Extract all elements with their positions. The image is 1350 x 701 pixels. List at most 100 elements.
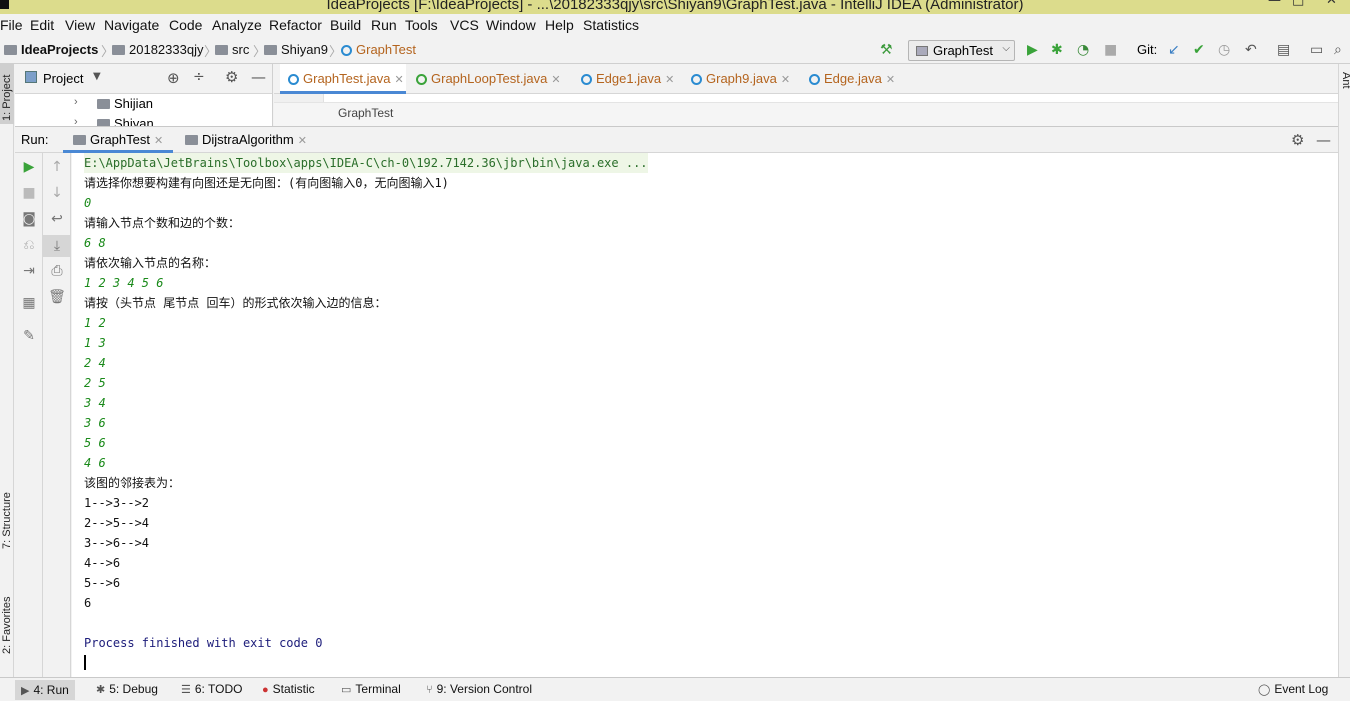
menu-run[interactable]: Run	[371, 17, 397, 33]
stop-icon[interactable]: ■	[1104, 42, 1117, 58]
gear-icon[interactable]: ⚙	[225, 68, 238, 86]
print-icon[interactable]: ⎙	[43, 263, 71, 279]
minimize-icon[interactable]: —	[1268, 0, 1281, 8]
console-input-line: 2 5	[84, 376, 106, 390]
editor-tabs: GraphTest.java ✕ GraphLoopTest.java ✕ Edge…	[274, 64, 1338, 94]
close-tab-icon[interactable]: ✕	[665, 74, 674, 86]
breadcrumb-src[interactable]: src	[215, 42, 249, 57]
tree-item-shijian[interactable]: › Shijian	[74, 96, 153, 111]
tree-item-shiyan[interactable]: › Shiyan	[74, 116, 154, 126]
menu-refactor[interactable]: Refactor	[269, 17, 322, 33]
git-history-icon[interactable]: ◷	[1218, 42, 1230, 58]
menu-statistics[interactable]: Statistics	[583, 17, 639, 33]
trash-icon[interactable]: 🗑	[43, 289, 71, 305]
run-tab-graphtest[interactable]: GraphTest ✕	[63, 127, 173, 153]
tab-graphlooptest-java[interactable]: GraphLoopTest.java ✕	[416, 64, 561, 94]
close-tab-icon[interactable]: ✕	[781, 74, 790, 86]
debug-icon[interactable]: ✱	[1051, 42, 1063, 58]
menu-vcs[interactable]: VCS	[450, 17, 479, 33]
tool-version-control[interactable]: ⑂ 9: Version Control	[426, 682, 532, 696]
run-config-icon	[73, 135, 86, 145]
breadcrumb-module[interactable]: 20182333qjy	[112, 42, 203, 57]
console-output-line: 请输入节点个数和边的个数：	[84, 216, 241, 230]
menu-edit[interactable]: Edit	[30, 17, 54, 33]
rollback-icon[interactable]: ↶	[1245, 42, 1257, 58]
menu-build[interactable]: Build	[330, 17, 361, 33]
close-tab-icon[interactable]: ✕	[154, 135, 163, 147]
right-tool-window-strip: Ant	[1338, 64, 1350, 677]
console-output[interactable]: E:\AppData\JetBrains\Toolbox\apps\IDEA-C…	[72, 153, 1338, 677]
breadcrumb-root[interactable]: IdeaProjects	[4, 42, 98, 57]
console-output-line: 6	[84, 596, 92, 610]
breadcrumb-class[interactable]: GraphTest	[341, 42, 416, 57]
close-tab-icon[interactable]: ✕	[298, 135, 307, 147]
menu-window[interactable]: Window	[486, 17, 536, 33]
event-log-button[interactable]: ◯ Event Log	[1258, 682, 1328, 696]
arrow-up-icon[interactable]: ↑	[43, 159, 71, 175]
project-structure-icon[interactable]: ▤	[1277, 42, 1290, 58]
gear-icon[interactable]: ⚙	[1291, 131, 1304, 149]
git-commit-icon[interactable]: ✔	[1193, 42, 1205, 58]
chevron-down-icon[interactable]: ▼	[93, 71, 101, 82]
ant-tool-button[interactable]: Ant	[1340, 72, 1350, 89]
menu-help[interactable]: Help	[545, 17, 574, 33]
presentation-icon[interactable]: ▭	[1310, 42, 1323, 58]
tool-statistic[interactable]: ● Statistic	[262, 682, 315, 696]
tab-edge1-java[interactable]: Edge1.java ✕	[581, 64, 674, 94]
tab-edge-java[interactable]: Edge.java ✕	[809, 64, 895, 94]
hide-icon[interactable]: —	[251, 68, 266, 86]
project-view-select[interactable]: Project	[43, 71, 83, 86]
tab-graphtest-java[interactable]: GraphTest.java ✕	[280, 64, 406, 94]
stop-icon[interactable]: ■	[15, 185, 43, 201]
run-configuration-select[interactable]: GraphTest ⌵	[908, 40, 1015, 61]
exit-icon[interactable]: ⎌	[15, 237, 43, 253]
breadcrumb-package[interactable]: Shiyan9	[264, 42, 328, 57]
close-tab-icon[interactable]: ✕	[886, 74, 895, 86]
run-tab-dijstraalgorithm[interactable]: DijstraAlgorithm ✕	[185, 127, 307, 153]
close-tab-icon[interactable]: ✕	[551, 74, 560, 86]
tool-todo[interactable]: ☰ 6: TODO	[181, 682, 242, 696]
layout-icon[interactable]: ▦	[15, 295, 43, 311]
maximize-icon[interactable]: □	[1292, 0, 1304, 8]
menu-analyze[interactable]: Analyze	[212, 17, 262, 33]
editor-breadcrumb[interactable]: GraphTest	[338, 106, 393, 120]
locate-icon[interactable]: ⊕	[167, 69, 180, 87]
coverage-icon[interactable]: ◔	[1077, 42, 1089, 58]
menu-navigate[interactable]: Navigate	[104, 17, 159, 33]
console-output-line: 3-->6-->4	[84, 536, 150, 550]
collapse-all-icon[interactable]: ÷	[193, 69, 205, 85]
menu-file[interactable]: File	[0, 17, 23, 33]
class-icon	[581, 74, 592, 85]
tool-debug[interactable]: ✱ 5: Debug	[96, 682, 158, 696]
project-panel: Project ▼ ⊕ ÷ ⚙ — › Shijian › Shiyan	[15, 64, 273, 126]
pin-icon[interactable]: ✎	[15, 328, 43, 344]
class-icon	[341, 45, 352, 56]
status-bar: ▶ 4: Run ✱ 5: Debug ☰ 6: TODO ● Statistic ▭ T…	[0, 677, 1350, 701]
close-tab-icon[interactable]: ✕	[394, 74, 403, 86]
favorites-tool-button[interactable]: 2: Favorites	[1, 597, 13, 654]
close-icon[interactable]: ✕	[1326, 0, 1337, 8]
tool-run[interactable]: ▶ 4: Run	[15, 680, 75, 700]
dump-threads-icon[interactable]: ◙	[15, 211, 43, 227]
git-update-icon[interactable]: ↙	[1168, 42, 1180, 58]
build-hammer-icon[interactable]: ⚒	[880, 42, 893, 58]
tool-terminal[interactable]: ▭ Terminal	[341, 682, 401, 696]
hide-panel-icon[interactable]: —	[1316, 131, 1331, 149]
console-output-line: 请依次输入节点的名称：	[84, 256, 217, 270]
arrow-down-icon[interactable]: ↓	[43, 185, 71, 201]
console-input-line: 6 8	[84, 236, 106, 250]
text-caret	[84, 655, 86, 670]
structure-tool-button[interactable]: 7: Structure	[1, 492, 13, 549]
rerun-icon[interactable]: ▶	[15, 159, 43, 175]
menu-view[interactable]: View	[65, 17, 95, 33]
project-tool-button[interactable]: 1: Project	[0, 64, 14, 124]
menu-tools[interactable]: Tools	[405, 17, 438, 33]
scroll-to-end-icon[interactable]: ⤓	[43, 235, 71, 257]
search-everywhere-icon[interactable]: ⌕	[1334, 42, 1342, 58]
console-output-line: 1-->3-->2	[84, 496, 150, 510]
run-icon[interactable]: ▶	[1027, 42, 1038, 58]
menu-code[interactable]: Code	[169, 17, 202, 33]
soft-wrap-icon[interactable]: ↩	[43, 211, 71, 227]
tab-graph9-java[interactable]: Graph9.java ✕	[691, 64, 790, 94]
restore-layout-icon[interactable]: ⇥	[15, 263, 43, 279]
